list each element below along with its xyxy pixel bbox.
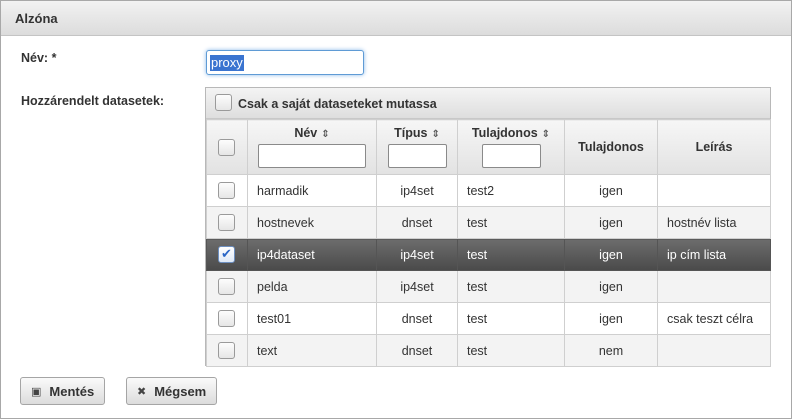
own-only-label: Csak a saját dataseteket mutassa <box>238 97 437 111</box>
row-own: nem <box>564 334 658 367</box>
type-filter-input[interactable] <box>387 144 447 168</box>
panel-header: Csak a saját dataseteket mutassa <box>206 88 770 119</box>
row-description <box>657 174 771 207</box>
name-input[interactable]: proxy <box>206 50 364 75</box>
row-type: dnset <box>376 334 458 367</box>
row-name: text <box>247 334 377 367</box>
row-type: ip4set <box>376 238 458 271</box>
name-label: Név: * <box>21 51 57 65</box>
own-only-checkbox[interactable] <box>215 94 232 111</box>
row-type: ip4set <box>376 174 458 207</box>
col-name-header[interactable]: Név ⇕ <box>247 119 377 175</box>
col-name-label: Név <box>294 126 318 140</box>
row-checkbox-checked[interactable] <box>218 246 235 263</box>
table-row[interactable]: test01 dnset test igen csak teszt célra <box>206 302 771 335</box>
col-description-header: Leírás <box>657 119 771 175</box>
row-description: csak teszt célra <box>657 302 771 335</box>
table-row[interactable]: pelda ip4set test igen <box>206 270 771 303</box>
alzona-dialog: Alzóna Név: * proxy Hozzárendelt dataset… <box>0 0 792 419</box>
dialog-title: Alzóna <box>15 11 58 26</box>
row-name: pelda <box>247 270 377 303</box>
owner-filter-input[interactable] <box>481 144 541 168</box>
col-type-header[interactable]: Típus ⇕ <box>376 119 458 175</box>
col-description-label: Leírás <box>695 140 733 154</box>
name-filter-input[interactable] <box>258 144 366 168</box>
row-checkbox[interactable] <box>218 278 235 295</box>
row-description <box>657 270 771 303</box>
row-checkbox[interactable] <box>218 182 235 199</box>
datasets-table: Név ⇕ Típus ⇕ Tulajdonos ⇕ Tulajdonos Le… <box>206 119 771 367</box>
row-name: test01 <box>247 302 377 335</box>
table-row[interactable]: text dnset test nem <box>206 334 771 367</box>
row-owner: test2 <box>457 174 565 207</box>
col-owner-header: Tulajdonos <box>564 119 658 175</box>
save-button-label: Mentés <box>49 383 95 399</box>
row-description: hostnév lista <box>657 206 771 239</box>
row-name: harmadik <box>247 174 377 207</box>
sort-icon[interactable]: ⇕ <box>321 129 329 140</box>
row-owner: test <box>457 334 565 367</box>
row-checkbox[interactable] <box>218 214 235 231</box>
save-button[interactable]: ▣ Mentés <box>20 377 106 405</box>
dialog-titlebar: Alzóna <box>1 1 791 36</box>
row-name: ip4dataset <box>247 238 377 271</box>
table-row[interactable]: harmadik ip4set test2 igen <box>206 174 771 207</box>
sort-icon[interactable]: ⇕ <box>542 129 550 140</box>
name-input-value: proxy <box>210 55 244 71</box>
cancel-button[interactable]: ✖ Mégsem <box>126 377 218 405</box>
row-checkbox[interactable] <box>218 310 235 327</box>
row-description <box>657 334 771 367</box>
row-own: igen <box>564 206 658 239</box>
row-type: ip4set <box>376 270 458 303</box>
row-owner: test <box>457 270 565 303</box>
table-row-selected[interactable]: ip4dataset ip4set test igen ip cím lista <box>206 238 771 271</box>
row-type: dnset <box>376 302 458 335</box>
table-header-row: Név ⇕ Típus ⇕ Tulajdonos ⇕ Tulajdonos Le… <box>206 119 771 175</box>
row-own: igen <box>564 174 658 207</box>
select-all-checkbox[interactable] <box>218 139 235 156</box>
col-owner-filter-header[interactable]: Tulajdonos ⇕ <box>457 119 565 175</box>
floppy-icon: ▣ <box>31 385 42 398</box>
row-own: igen <box>564 238 658 271</box>
row-owner: test <box>457 302 565 335</box>
col-owner-filter-label: Tulajdonos <box>471 126 538 140</box>
row-owner: test <box>457 238 565 271</box>
col-owner-label: Tulajdonos <box>578 140 644 154</box>
row-own: igen <box>564 270 658 303</box>
row-type: dnset <box>376 206 458 239</box>
select-all-header <box>206 119 248 175</box>
row-description: ip cím lista <box>657 238 771 271</box>
datasets-label: Hozzárendelt datasetek: <box>21 94 165 108</box>
sort-icon[interactable]: ⇕ <box>431 129 439 140</box>
table-row[interactable]: hostnevek dnset test igen hostnév lista <box>206 206 771 239</box>
cancel-button-label: Mégsem <box>154 383 207 399</box>
col-type-label: Típus <box>394 126 428 140</box>
row-checkbox[interactable] <box>218 342 235 359</box>
row-name: hostnevek <box>247 206 377 239</box>
row-owner: test <box>457 206 565 239</box>
close-icon: ✖ <box>137 385 147 398</box>
row-own: igen <box>564 302 658 335</box>
datasets-panel: Csak a saját dataseteket mutassa Név ⇕ Tí… <box>205 87 771 367</box>
